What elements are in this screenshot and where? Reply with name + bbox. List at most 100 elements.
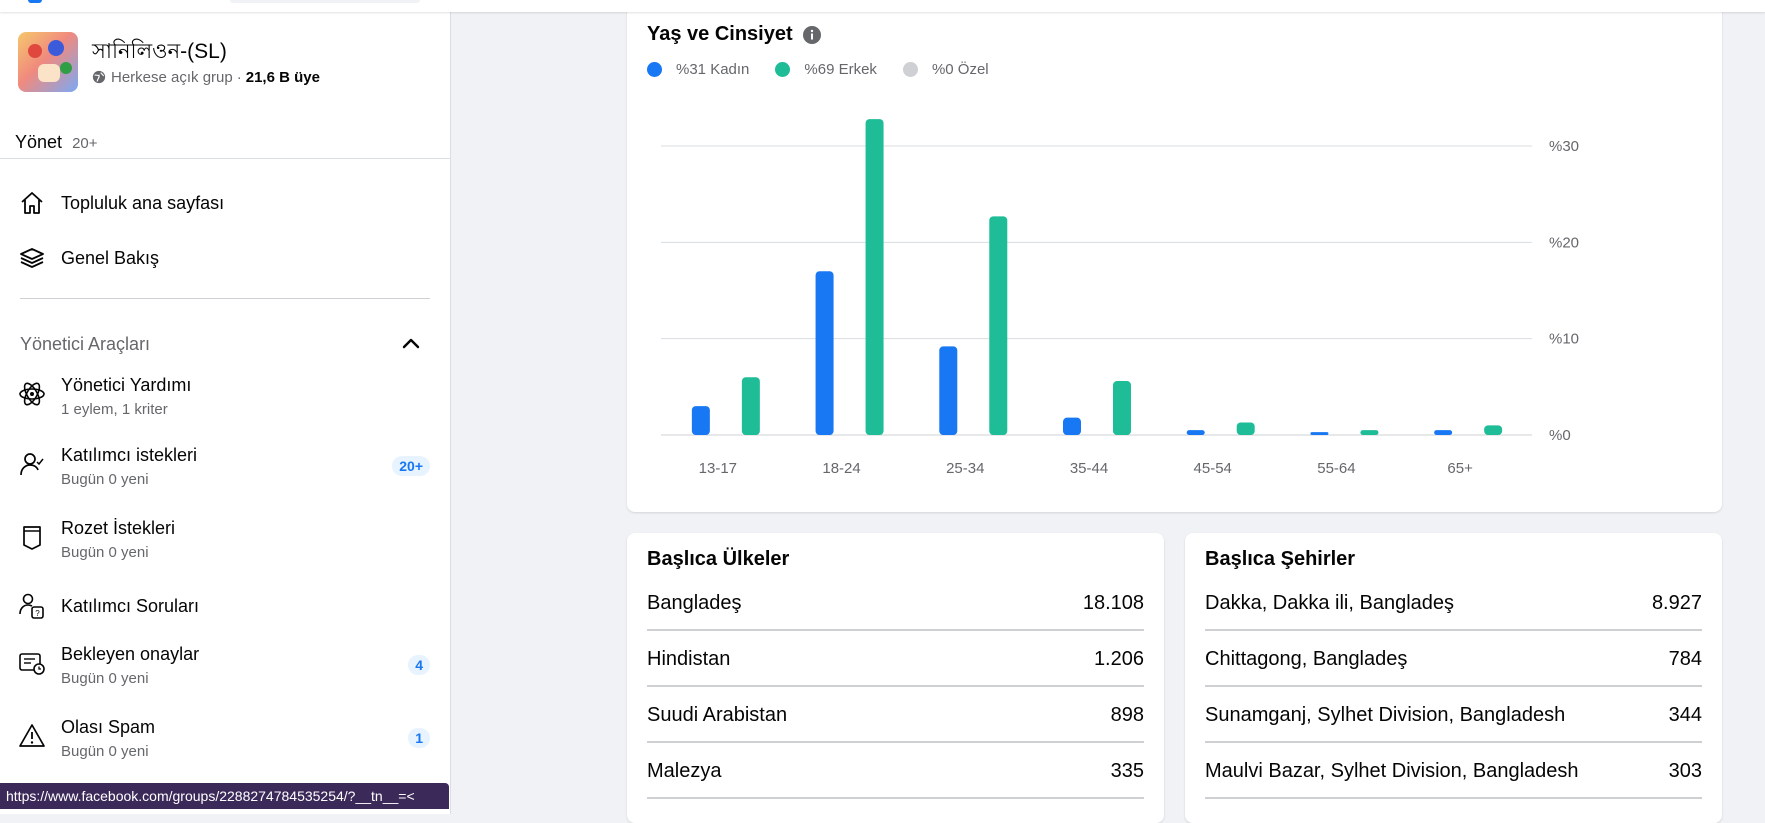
count-badge: 20+ bbox=[392, 456, 430, 476]
city-value: 784 bbox=[1668, 647, 1702, 670]
facebook-logo-fragment[interactable] bbox=[28, 0, 42, 3]
tool-admin-assist[interactable]: Yönetici Yardımı 1 eylem, 1 kriter bbox=[18, 374, 430, 420]
tool-title: Olası Spam bbox=[61, 717, 156, 737]
count-badge: 4 bbox=[408, 655, 430, 675]
bar-male-18-24[interactable] bbox=[865, 119, 884, 435]
status-bar-url: https://www.facebook.com/groups/22882747… bbox=[0, 783, 449, 809]
tool-subtitle: Bugün 0 yeni bbox=[61, 544, 149, 561]
tool-title: Katılımcı istekleri bbox=[61, 445, 198, 465]
bar-male-45-54[interactable] bbox=[1236, 422, 1255, 435]
bar-male-65+[interactable] bbox=[1484, 425, 1503, 435]
bar-male-55-64[interactable] bbox=[1360, 430, 1379, 435]
badge-icon bbox=[18, 523, 46, 551]
group-avatar[interactable] bbox=[18, 32, 78, 92]
top-countries-card: Başlıca Ülkeler Bangladeş 18.108 Hindist… bbox=[627, 533, 1164, 823]
tool-subtitle: Bugün 0 yeni bbox=[61, 743, 149, 760]
member-questions-icon: ? bbox=[18, 592, 46, 620]
group-meta: Herkese açık grup · 21,6 B üye bbox=[92, 69, 320, 86]
tool-badge-requests[interactable]: Rozet İstekleri Bugün 0 yeni bbox=[18, 517, 430, 563]
list-item: Maulvi Bazar, Sylhet Division, Banglades… bbox=[1205, 743, 1702, 799]
divider bbox=[0, 158, 450, 159]
manage-label: Yönet bbox=[15, 132, 63, 152]
count-badge: 1 bbox=[408, 728, 430, 748]
cities-title: Başlıca Şehirler bbox=[1205, 548, 1356, 570]
city-name: Maulvi Bazar, Sylhet Division, Banglades… bbox=[1205, 759, 1579, 782]
member-count: 21,6 B üye bbox=[245, 68, 320, 86]
tool-subtitle: Bugün 0 yeni bbox=[61, 670, 149, 687]
list-item: Malezya 335 bbox=[647, 743, 1144, 799]
country-name: Suudi Arabistan bbox=[647, 703, 788, 726]
group-privacy: Herkese açık grup bbox=[111, 68, 233, 86]
city-value: 303 bbox=[1668, 759, 1702, 782]
age-gender-chart: %0 %10 %20 %30 13-17 18-24 25-34 35-44 45-54 55-6… bbox=[661, 119, 1579, 477]
x-tick-label: 25-34 bbox=[946, 460, 984, 477]
nav-label: Genel Bakış bbox=[61, 247, 160, 268]
manage-badge: 20+ bbox=[72, 135, 98, 152]
city-name: Sunamganj, Sylhet Division, Bangladesh bbox=[1205, 703, 1566, 726]
group-sidebar: সানিলিওন-(SL) Herkese açık grup · 21,6 B… bbox=[0, 12, 451, 814]
country-name: Hindistan bbox=[647, 647, 731, 670]
search-bar-fragment[interactable] bbox=[230, 0, 420, 3]
age-gender-card: Yaş ve Cinsiyet %31 Kadın %69 Erkek %0 Ö… bbox=[627, 6, 1722, 512]
home-icon bbox=[18, 189, 46, 217]
list-item: Bangladeş 18.108 bbox=[647, 575, 1144, 631]
tool-title: Rozet İstekleri bbox=[61, 518, 176, 538]
bar-female-45-54[interactable] bbox=[1186, 430, 1205, 435]
list-item: Dakka, Dakka ili, Bangladeş 8.927 bbox=[1205, 575, 1702, 631]
bar-male-13-17[interactable] bbox=[741, 377, 760, 435]
tool-title: Bekleyen onaylar bbox=[61, 644, 200, 664]
bar-female-13-17[interactable] bbox=[691, 406, 710, 435]
x-tick-label: 55-64 bbox=[1317, 460, 1355, 477]
tool-member-requests[interactable]: Katılımcı istekleri Bugün 0 yeni 20+ bbox=[18, 444, 430, 490]
nav-overview[interactable]: Genel Bakış bbox=[18, 238, 428, 278]
city-name: Chittagong, Bangladeş bbox=[1205, 647, 1408, 670]
bar-female-25-34[interactable] bbox=[939, 346, 958, 435]
x-tick-label: 35-44 bbox=[1070, 460, 1108, 477]
x-tick-label: 13-17 bbox=[699, 460, 737, 477]
tool-title: Yönetici Yardımı bbox=[61, 375, 192, 395]
x-tick-label: 18-24 bbox=[822, 460, 860, 477]
warning-icon bbox=[18, 722, 46, 750]
svg-text:?: ? bbox=[35, 609, 40, 618]
admin-tools-title: Yönetici Araçları bbox=[20, 334, 151, 354]
layers-icon bbox=[18, 244, 46, 272]
member-request-icon bbox=[18, 450, 46, 478]
tool-title: Katılımcı Soruları bbox=[61, 596, 200, 616]
list-item: Suudi Arabistan 898 bbox=[647, 687, 1144, 743]
divider bbox=[20, 298, 430, 299]
country-value: 898 bbox=[1110, 703, 1144, 726]
chevron-up-icon[interactable] bbox=[402, 336, 420, 354]
y-tick-label: %0 bbox=[1549, 427, 1571, 444]
admin-assist-icon bbox=[18, 380, 46, 408]
bar-male-35-44[interactable] bbox=[1113, 381, 1131, 435]
bar-female-65+[interactable] bbox=[1434, 430, 1453, 435]
country-value: 335 bbox=[1110, 759, 1144, 782]
country-name: Bangladeş bbox=[647, 591, 742, 614]
country-name: Malezya bbox=[647, 759, 722, 782]
top-bar bbox=[0, 0, 1765, 12]
pending-approvals-icon bbox=[18, 649, 46, 677]
meta-separator: · bbox=[236, 68, 242, 86]
nav-label: Topluluk ana sayfası bbox=[61, 192, 225, 213]
tool-possible-spam[interactable]: Olası Spam Bugün 0 yeni 1 bbox=[18, 716, 430, 762]
nav-community-home[interactable]: Topluluk ana sayfası bbox=[18, 183, 428, 223]
manage-header: Yönet 20+ bbox=[15, 132, 98, 153]
cities-list: Dakka, Dakka ili, Bangladeş 8.927 Chitta… bbox=[1205, 575, 1702, 799]
tool-pending-approvals[interactable]: Bekleyen onaylar Bugün 0 yeni 4 bbox=[18, 643, 430, 689]
x-tick-label: 45-54 bbox=[1194, 460, 1232, 477]
y-tick-label: %10 bbox=[1549, 331, 1579, 348]
group-name[interactable]: সানিলিওন-(SL) bbox=[92, 39, 320, 65]
top-cities-card: Başlıca Şehirler Dakka, Dakka ili, Bangl… bbox=[1185, 533, 1722, 823]
admin-tools-header[interactable]: Yönetici Araçları bbox=[20, 334, 420, 355]
bar-female-18-24[interactable] bbox=[815, 271, 834, 435]
bar-male-25-34[interactable] bbox=[989, 216, 1008, 435]
group-header[interactable]: সানিলিওন-(SL) Herkese açık grup · 21,6 B… bbox=[18, 32, 320, 92]
bar-female-35-44[interactable] bbox=[1063, 417, 1081, 435]
list-item: Hindistan 1.206 bbox=[647, 631, 1144, 687]
list-item: Sunamganj, Sylhet Division, Bangladesh 3… bbox=[1205, 687, 1702, 743]
y-tick-label: %30 bbox=[1549, 138, 1579, 155]
tool-member-questions[interactable]: ? Katılımcı Soruları bbox=[18, 592, 430, 620]
tool-subtitle: Bugün 0 yeni bbox=[61, 471, 149, 488]
bar-female-55-64[interactable] bbox=[1310, 432, 1329, 435]
y-tick-label: %20 bbox=[1549, 234, 1579, 251]
